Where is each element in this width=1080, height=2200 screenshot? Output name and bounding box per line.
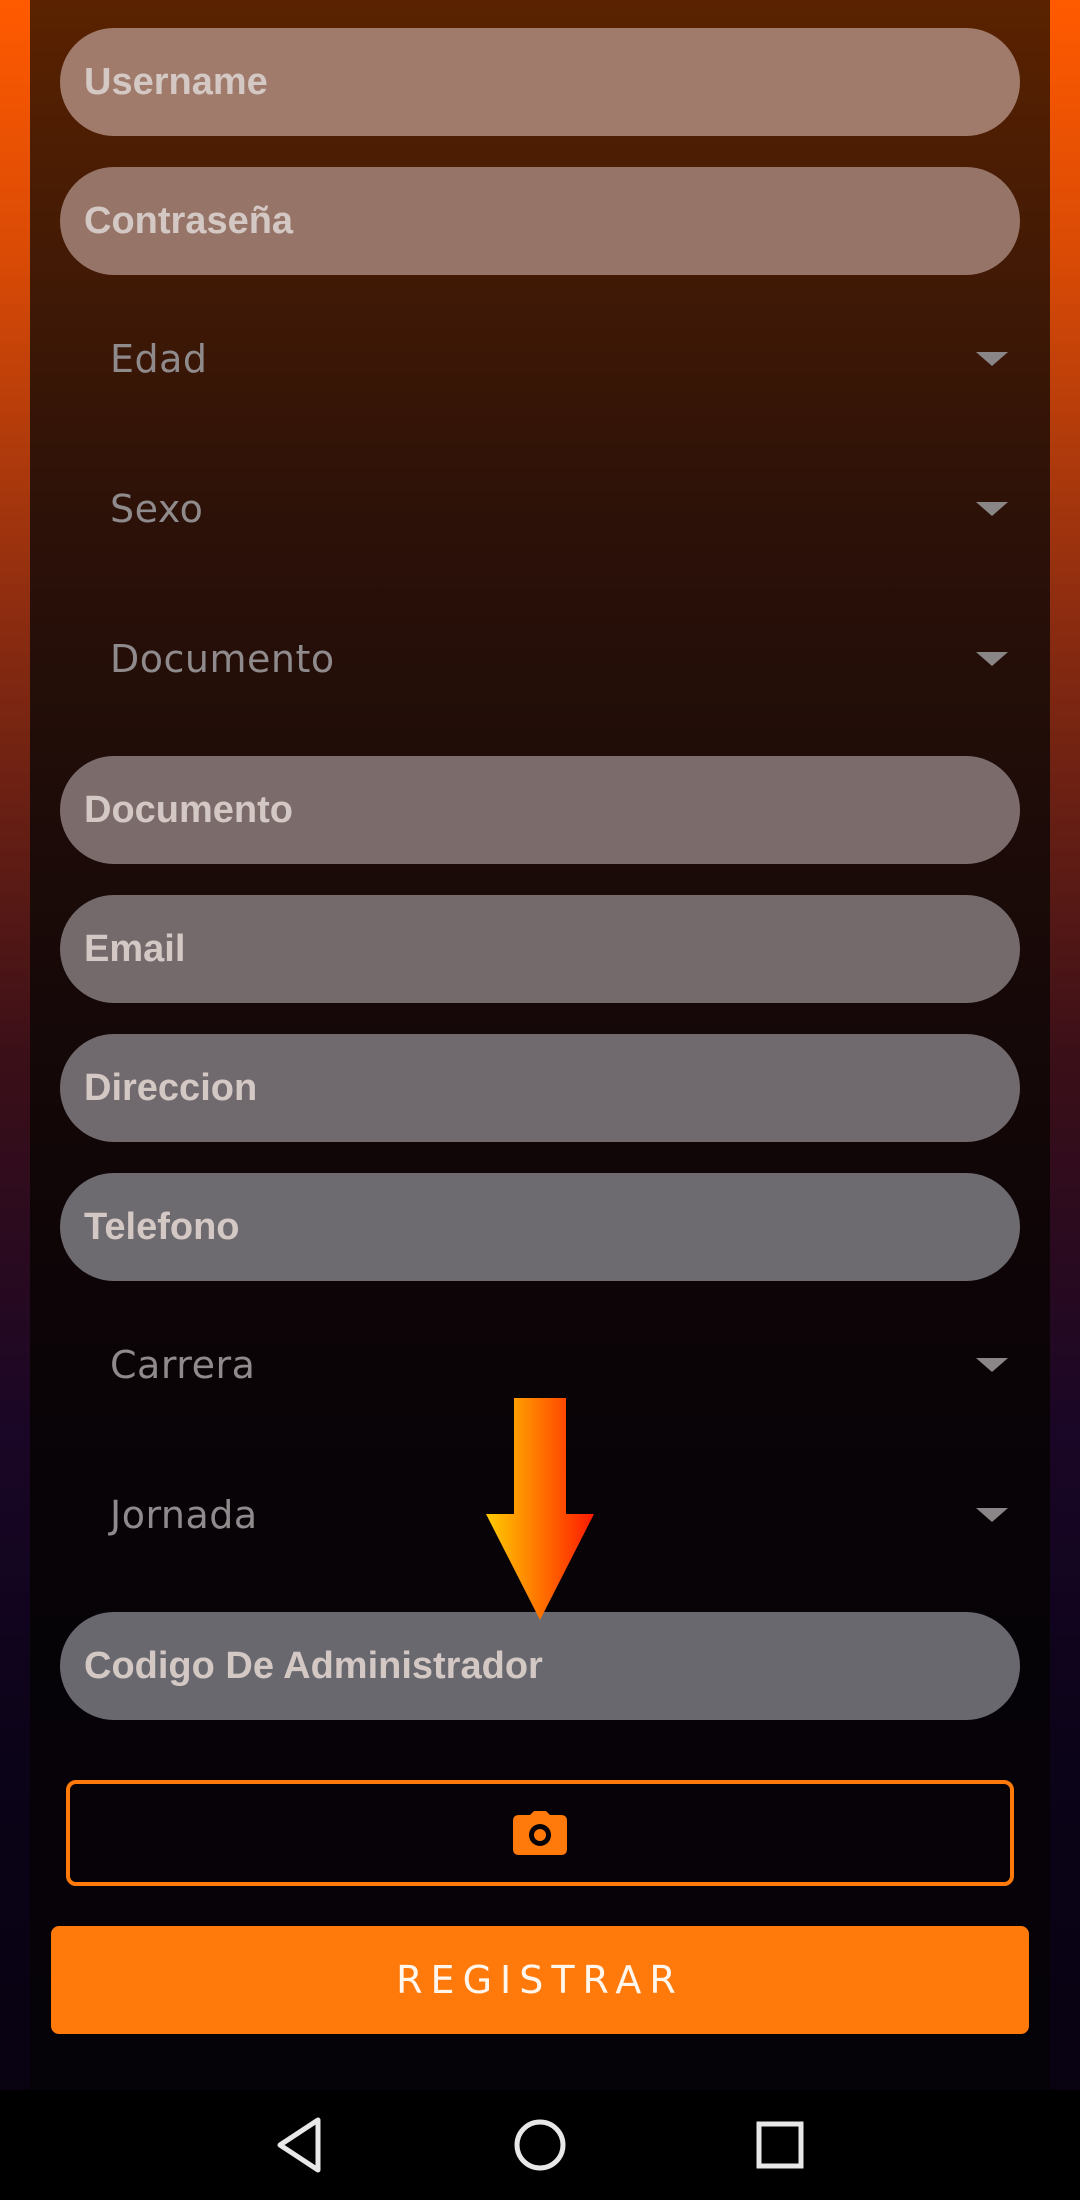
back-triangle-icon[interactable]	[266, 2110, 336, 2180]
document-type-dropdown[interactable]: Documento	[60, 604, 1020, 714]
password-placeholder: Contraseña	[84, 199, 294, 242]
document-field[interactable]: Documento	[60, 756, 1020, 864]
home-circle-icon[interactable]	[505, 2110, 575, 2180]
system-navigation-bar	[0, 2090, 1080, 2200]
email-field[interactable]: Email	[60, 895, 1020, 1003]
username-placeholder: Username	[84, 60, 268, 103]
schedule-dropdown-label: Jornada	[110, 1493, 258, 1537]
career-dropdown-label: Carrera	[110, 1343, 256, 1387]
age-dropdown-arrow-icon	[976, 352, 1008, 366]
document-type-dropdown-arrow-icon	[976, 652, 1008, 666]
sex-dropdown-label: Sexo	[110, 487, 204, 531]
document-placeholder: Documento	[84, 788, 293, 831]
age-dropdown[interactable]: Edad	[60, 304, 1020, 414]
address-field[interactable]: Direccion	[60, 1034, 1020, 1142]
sex-dropdown[interactable]: Sexo	[60, 454, 1020, 564]
password-field[interactable]: Contraseña	[60, 167, 1020, 275]
admin-code-placeholder: Codigo De Administrador	[84, 1644, 543, 1687]
schedule-dropdown-arrow-icon	[976, 1508, 1008, 1522]
username-field[interactable]: Username	[60, 28, 1020, 136]
phone-field[interactable]: Telefono	[60, 1173, 1020, 1281]
address-placeholder: Direccion	[84, 1066, 258, 1109]
document-type-dropdown-label: Documento	[110, 637, 335, 681]
admin-code-field[interactable]: Codigo De Administrador	[60, 1612, 1020, 1720]
register-button[interactable]: REGISTRAR	[51, 1926, 1029, 2034]
camera-icon	[513, 1811, 567, 1855]
career-dropdown-arrow-icon	[976, 1358, 1008, 1372]
age-dropdown-label: Edad	[110, 337, 208, 381]
phone-placeholder: Telefono	[84, 1205, 240, 1248]
register-button-label: REGISTRAR	[396, 1958, 684, 2002]
add-photo-button[interactable]	[66, 1780, 1014, 1886]
recents-square-icon[interactable]	[745, 2110, 815, 2180]
sex-dropdown-arrow-icon	[976, 502, 1008, 516]
email-placeholder: Email	[84, 927, 186, 970]
down-arrow-indicator-icon	[486, 1398, 594, 1620]
